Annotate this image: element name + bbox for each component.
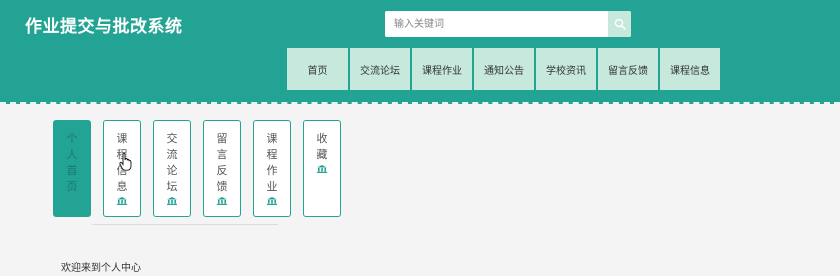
menu-feedback[interactable]: 留言反馈 — [203, 120, 241, 217]
nav-home[interactable]: 首页 — [287, 48, 350, 90]
nav-feedback[interactable]: 留言反馈 — [598, 48, 660, 90]
site-title: 作业提交与批改系统 — [25, 17, 183, 37]
bank-icon — [167, 197, 177, 205]
main-nav: 首页 交流论坛 课程作业 通知公告 学校资讯 留言反馈 课程信息 — [287, 48, 722, 90]
menu-label: 课程作业 — [266, 132, 278, 193]
nav-forum[interactable]: 交流论坛 — [350, 48, 412, 90]
search-button[interactable] — [608, 11, 631, 37]
menu-divider — [92, 224, 278, 225]
nav-school-news[interactable]: 学校资讯 — [536, 48, 598, 90]
search-box — [385, 11, 631, 37]
menu-label: 留言反馈 — [216, 132, 228, 193]
nav-course-homework[interactable]: 课程作业 — [412, 48, 474, 90]
search-icon — [614, 18, 626, 30]
bank-icon — [317, 165, 327, 173]
menu-favorites[interactable]: 收藏 — [303, 120, 341, 217]
menu-label: 收藏 — [316, 132, 328, 161]
hand-cursor-icon — [119, 153, 132, 171]
menu-label: 交流论坛 — [166, 132, 178, 193]
header-divider — [0, 102, 840, 104]
bank-icon — [117, 197, 127, 205]
search-input[interactable] — [385, 11, 607, 37]
bank-icon — [267, 197, 277, 205]
menu-course-homework[interactable]: 课程作业 — [253, 120, 291, 217]
welcome-text: 欢迎来到个人中心 — [61, 263, 141, 274]
menu-personal-home[interactable]: 个人首页 — [53, 120, 91, 217]
nav-course-info[interactable]: 课程信息 — [660, 48, 722, 90]
menu-forum[interactable]: 交流论坛 — [153, 120, 191, 217]
bank-icon — [217, 197, 227, 205]
nav-notices[interactable]: 通知公告 — [474, 48, 536, 90]
menu-label: 个人首页 — [66, 132, 78, 193]
